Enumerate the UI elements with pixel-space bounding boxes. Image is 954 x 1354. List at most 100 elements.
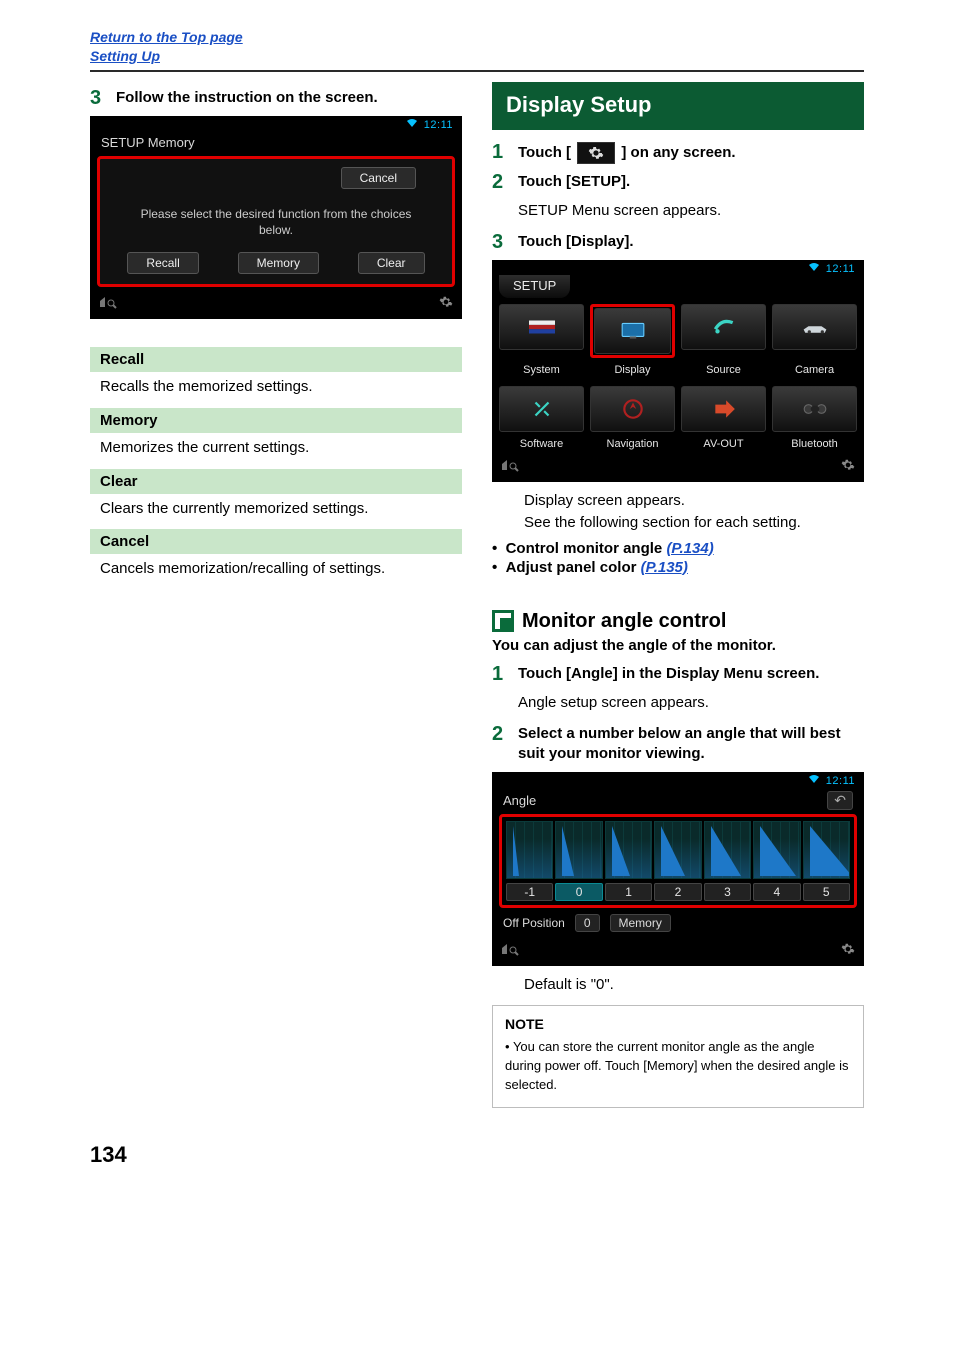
default-line: Default is "0". <box>524 976 864 993</box>
def-cancel-head: Cancel <box>90 529 462 554</box>
angle-memory-button[interactable]: Memory <box>610 914 671 932</box>
def-memory-head: Memory <box>90 408 462 433</box>
angle-tile-0[interactable] <box>555 821 602 879</box>
step-text: Touch [Display]. <box>518 232 634 252</box>
off-position-value[interactable]: 0 <box>575 914 600 932</box>
def-memory-body: Memorizes the current settings. <box>90 433 462 469</box>
tile-display[interactable] <box>594 308 671 354</box>
step-text: Select a number below an angle that will… <box>518 724 864 765</box>
definitions-table: Recall Recalls the memorized settings. M… <box>90 347 462 590</box>
home-icon[interactable] <box>99 295 117 312</box>
tile-camera[interactable] <box>772 304 857 350</box>
cancel-button[interactable]: Cancel <box>341 167 416 189</box>
home-icon[interactable] <box>501 942 519 959</box>
screenshot-angle: 12:11 Angle ↶ -1012345 Off Position 0 Me… <box>492 772 864 966</box>
memory-button[interactable]: Memory <box>238 252 319 274</box>
gear-icon[interactable] <box>439 295 453 312</box>
tile-system[interactable] <box>499 304 584 350</box>
angle-num-0[interactable]: 0 <box>555 883 602 901</box>
left-step-3: 3 Follow the instruction on the screen. <box>90 88 462 108</box>
status-time: 12:11 <box>826 775 855 787</box>
angle-num-2[interactable]: 2 <box>654 883 701 901</box>
angle-num-3[interactable]: 3 <box>704 883 751 901</box>
section-link[interactable]: Setting Up <box>90 48 160 64</box>
angle-tile-3[interactable] <box>704 821 751 879</box>
wifi-icon <box>808 262 820 275</box>
reference-bullets: • Control monitor angle (P.134) • Adjust… <box>492 540 864 576</box>
step-text: Touch [SETUP]. <box>518 172 630 192</box>
angle-tile--1[interactable] <box>506 821 553 879</box>
angle-title: Angle <box>503 793 536 808</box>
angle-tile-4[interactable] <box>753 821 800 879</box>
highlight-box: Cancel Please select the desired functio… <box>97 156 455 287</box>
monitor-step-2: 2 Select a number below an angle that wi… <box>492 724 864 765</box>
tile-navigation[interactable] <box>590 386 675 432</box>
sub-intro: You can adjust the angle of the monitor. <box>492 637 864 654</box>
top-return-link[interactable]: Return to the Top page <box>90 29 243 45</box>
step-text: Touch [Angle] in the Display Menu screen… <box>518 664 819 684</box>
step-number: 2 <box>492 172 510 192</box>
step-number: 1 <box>492 664 510 684</box>
angle-num-5[interactable]: 5 <box>803 883 850 901</box>
angle-tile-2[interactable] <box>654 821 701 879</box>
tile-avout[interactable] <box>681 386 766 432</box>
angle-tile-1[interactable] <box>605 821 652 879</box>
dialog-message: Please select the desired function from … <box>108 207 444 238</box>
angle-tile-5[interactable] <box>803 821 850 879</box>
home-icon[interactable] <box>501 458 519 475</box>
tile-display-highlight <box>590 304 675 358</box>
def-cancel-body: Cancels memorization/recalling of settin… <box>90 554 462 590</box>
clear-button[interactable]: Clear <box>358 252 425 274</box>
off-position-label: Off Position <box>503 916 565 930</box>
screenshot-setup-memory: 12:11 SETUP Memory Cancel Please select … <box>90 116 462 319</box>
angle-num-1[interactable]: 1 <box>605 883 652 901</box>
screenshot-title: SETUP Memory <box>91 131 461 156</box>
return-icon[interactable]: ↶ <box>827 791 853 810</box>
step-text: Touch [ ] on any screen. <box>518 142 736 164</box>
step-number: 2 <box>492 724 510 744</box>
angle-num--1[interactable]: -1 <box>506 883 553 901</box>
def-recall-body: Recalls the memorized settings. <box>90 372 462 408</box>
gear-icon[interactable] <box>841 942 855 959</box>
status-time: 12:11 <box>424 119 453 131</box>
recall-button[interactable]: Recall <box>127 252 198 274</box>
tile-software[interactable] <box>499 386 584 432</box>
step-number: 3 <box>492 232 510 252</box>
note-head: NOTE <box>505 1014 851 1034</box>
def-clear-body: Clears the currently memorized settings. <box>90 494 462 530</box>
gear-icon[interactable] <box>841 458 855 475</box>
header-rule <box>90 70 864 72</box>
header-links: Return to the Top page Setting Up <box>90 28 864 66</box>
tile-bluetooth[interactable] <box>772 386 857 432</box>
section-banner: Display Setup <box>492 82 864 130</box>
setup-tab: SETUP <box>499 275 570 298</box>
right-step-1: 1 Touch [ ] on any screen. <box>492 142 864 164</box>
note-body: You can store the current monitor angle … <box>505 1039 849 1092</box>
label-navigation: Navigation <box>590 438 675 450</box>
wifi-icon <box>406 118 418 131</box>
bullet-label: Control monitor angle <box>506 540 663 557</box>
step-sub: Angle setup screen appears. <box>518 692 864 714</box>
angle-num-4[interactable]: 4 <box>753 883 800 901</box>
page-ref-link[interactable]: (P.135) <box>641 559 688 576</box>
right-column: Display Setup 1 Touch [ ] on any screen.… <box>492 82 864 1108</box>
step-text: Follow the instruction on the screen. <box>116 88 378 108</box>
wifi-icon <box>808 774 820 787</box>
label-display: Display <box>590 364 675 376</box>
screenshot-setup-menu: 12:11 SETUP <box>492 260 864 482</box>
label-software: Software <box>499 438 584 450</box>
section-marker-icon <box>492 610 514 632</box>
highlight-box: -1012345 <box>499 814 857 908</box>
label-source: Source <box>681 364 766 376</box>
left-column: 3 Follow the instruction on the screen. … <box>90 82 462 1108</box>
settings-gear-icon <box>577 142 615 164</box>
sub-heading: Monitor angle control <box>492 610 864 633</box>
label-avout: AV-OUT <box>681 438 766 450</box>
note-box: NOTE • You can store the current monitor… <box>492 1005 864 1108</box>
step-sub: SETUP Menu screen appears. <box>518 200 864 222</box>
tile-source[interactable] <box>681 304 766 350</box>
page-ref-link[interactable]: (P.134) <box>666 540 713 557</box>
step-number: 3 <box>90 88 108 108</box>
page-number: 134 <box>90 1142 864 1168</box>
right-step-2: 2 Touch [SETUP]. <box>492 172 864 192</box>
